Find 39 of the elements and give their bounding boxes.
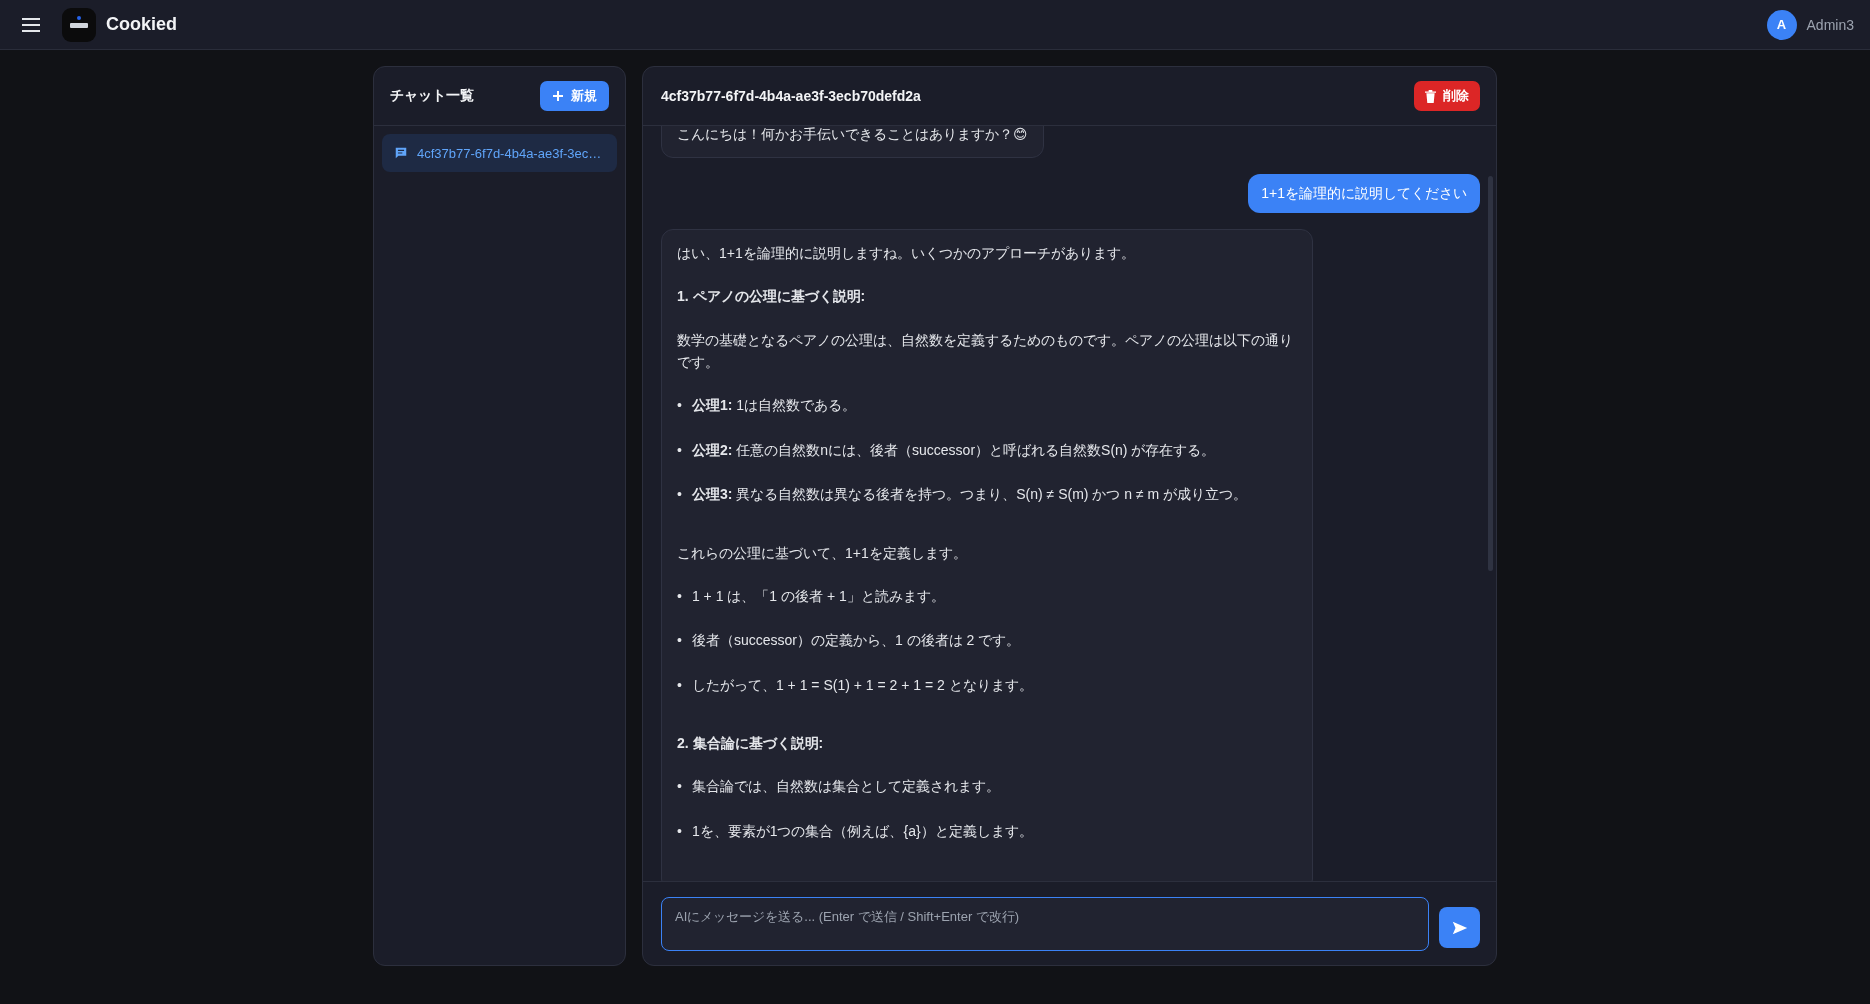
list-item-text: 集合論では、自然数は集合として定義されます。	[691, 777, 1000, 797]
user-name: Admin3	[1806, 16, 1854, 33]
message-text: 数学の基礎となるペアノの公理は、自然数を定義するためのものです。ペアノの公理は以下の通りです。	[677, 330, 1294, 372]
message-text: 1+1を論理的に説明してください	[1261, 184, 1467, 204]
list-item-text: 公理3: 異なる自然数は異なる後者を持つ。つまり、S(n) ≠ S(m) かつ n ≠ m が成り立つ。	[691, 485, 1248, 505]
list-bullet: •	[677, 777, 682, 797]
user-avatar[interactable]: A	[1766, 9, 1797, 40]
list-item-text: 1を、要素が1つの集合（例えば、{a}）と定義します。	[691, 821, 1033, 841]
list-bullet: •	[677, 396, 682, 416]
message-text: はい、1+1を論理的に説明しますね。いくつかのアプローチがあります。	[677, 243, 1136, 263]
trash-icon	[1425, 89, 1436, 103]
app-title: Cookied	[106, 14, 177, 35]
scrollbar[interactable]	[1488, 176, 1493, 571]
list-item-text: 1 + 1 は、「1 の後者 + 1」と読みます。	[691, 586, 945, 606]
message-input-field[interactable]: AIにメッセージを送る... (Enter で送信 / Shift+Enter で改行)	[661, 896, 1429, 951]
logo-icon	[62, 7, 96, 42]
new-chat-button[interactable]: 新規	[540, 81, 609, 111]
list-item-text: 公理2: 任意の自然数nには、後者（successor）と呼ばれる自然数S(n) が存在する。	[691, 440, 1216, 460]
plus-icon	[552, 90, 564, 102]
menu-icon[interactable]	[22, 17, 40, 32]
send-button[interactable]	[1439, 907, 1480, 948]
chat-bubble-icon	[394, 146, 408, 160]
delete-button[interactable]: 削除	[1414, 81, 1480, 111]
list-bullet: •	[677, 631, 682, 651]
message-text: これらの公理に基づいて、1+1を定義します。	[677, 543, 968, 563]
section-heading: 1. ペアノの公理に基づく説明:	[677, 287, 867, 307]
list-item-text: したがって、1 + 1 = S(1) + 1 = 2 + 1 = 2 となります。	[691, 675, 1033, 695]
list-bullet: •	[677, 440, 682, 460]
list-item-text: 後者（successor）の定義から、1 の後者は 2 です。	[691, 631, 1021, 651]
list-bullet: •	[677, 675, 682, 695]
chat-list-item[interactable]: 4cf37b77-6f7d-4b4a-ae3f-3ec…	[382, 134, 617, 172]
list-bullet: •	[677, 586, 682, 606]
list-bullet: •	[677, 485, 682, 505]
list-bullet: •	[677, 821, 682, 841]
section-heading: 2. 集合論に基づく説明:	[677, 734, 825, 754]
list-item-text: 公理1: 1は自然数である。	[691, 396, 857, 416]
message-text: こんにちは！何かお手伝いできることはありますか？😊	[677, 126, 1028, 144]
chat-title: 4cf37b77-6f7d-4b4a-ae3f-3ecb70defd2a	[661, 88, 921, 104]
sidebar-title: チャット一覧	[390, 87, 474, 105]
